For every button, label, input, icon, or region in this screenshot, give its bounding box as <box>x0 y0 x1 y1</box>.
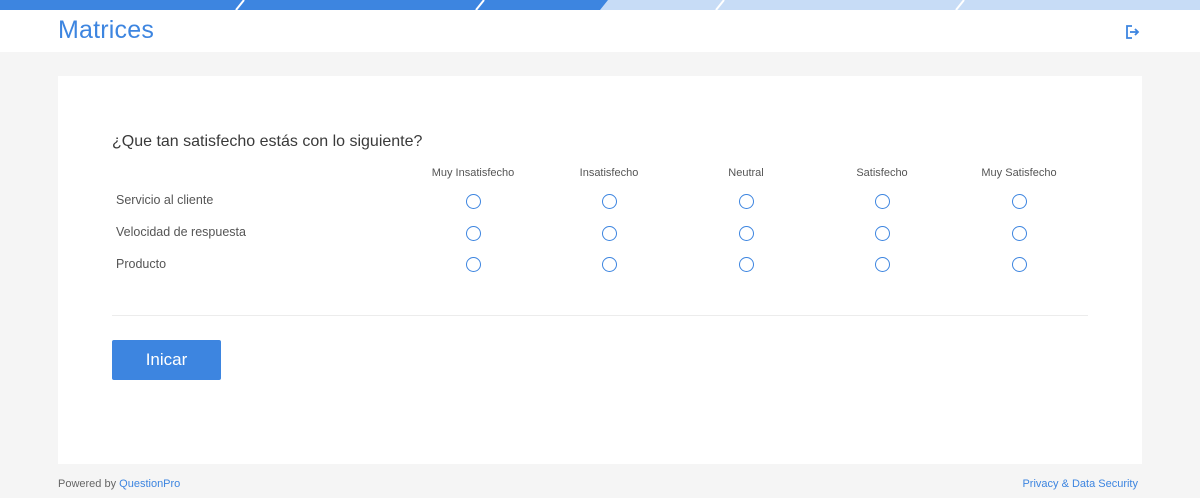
logout-icon[interactable] <box>1124 24 1140 40</box>
row-label: Servicio al cliente <box>116 193 214 207</box>
radio-servicio-muy-satisfecho[interactable] <box>1012 194 1027 209</box>
column-header: Neutral <box>728 167 764 179</box>
radio-producto-neutral[interactable] <box>739 257 754 272</box>
column-header: Insatisfecho <box>579 167 639 179</box>
radio-velocidad-neutral[interactable] <box>739 226 754 241</box>
radio-producto-muy-satisfecho[interactable] <box>1012 257 1027 272</box>
radio-servicio-satisfecho[interactable] <box>875 194 890 209</box>
radio-servicio-insatisfecho[interactable] <box>602 194 617 209</box>
start-button[interactable]: Inicar <box>112 340 221 380</box>
radio-servicio-neutral[interactable] <box>739 194 754 209</box>
divider <box>112 315 1088 316</box>
radio-producto-satisfecho[interactable] <box>875 257 890 272</box>
column-header: Muy Insatisfecho <box>431 167 515 179</box>
privacy-link[interactable]: Privacy & Data Security <box>1022 478 1138 490</box>
survey-card: ¿Que tan satisfecho estás con lo siguien… <box>58 76 1142 464</box>
page-title: Matrices <box>58 16 155 44</box>
radio-velocidad-muy-satisfecho[interactable] <box>1012 226 1027 241</box>
questionpro-link[interactable]: QuestionPro <box>119 478 180 490</box>
top-accent-bar <box>0 0 1200 10</box>
radio-velocidad-muy-insatisfecho[interactable] <box>466 226 481 241</box>
radio-producto-insatisfecho[interactable] <box>602 257 617 272</box>
radio-producto-muy-insatisfecho[interactable] <box>466 257 481 272</box>
row-label: Velocidad de respuesta <box>116 225 246 239</box>
radio-velocidad-insatisfecho[interactable] <box>602 226 617 241</box>
question-text: ¿Que tan satisfecho estás con lo siguien… <box>112 133 423 150</box>
row-label: Producto <box>116 257 167 271</box>
column-header: Satisfecho <box>856 167 908 179</box>
powered-by: Powered by QuestionPro <box>58 478 180 490</box>
radio-servicio-muy-insatisfecho[interactable] <box>466 194 481 209</box>
header: Matrices <box>0 10 1200 52</box>
column-header: Muy Satisfecho <box>981 167 1057 179</box>
powered-by-text: Powered by <box>58 478 117 490</box>
radio-velocidad-satisfecho[interactable] <box>875 226 890 241</box>
